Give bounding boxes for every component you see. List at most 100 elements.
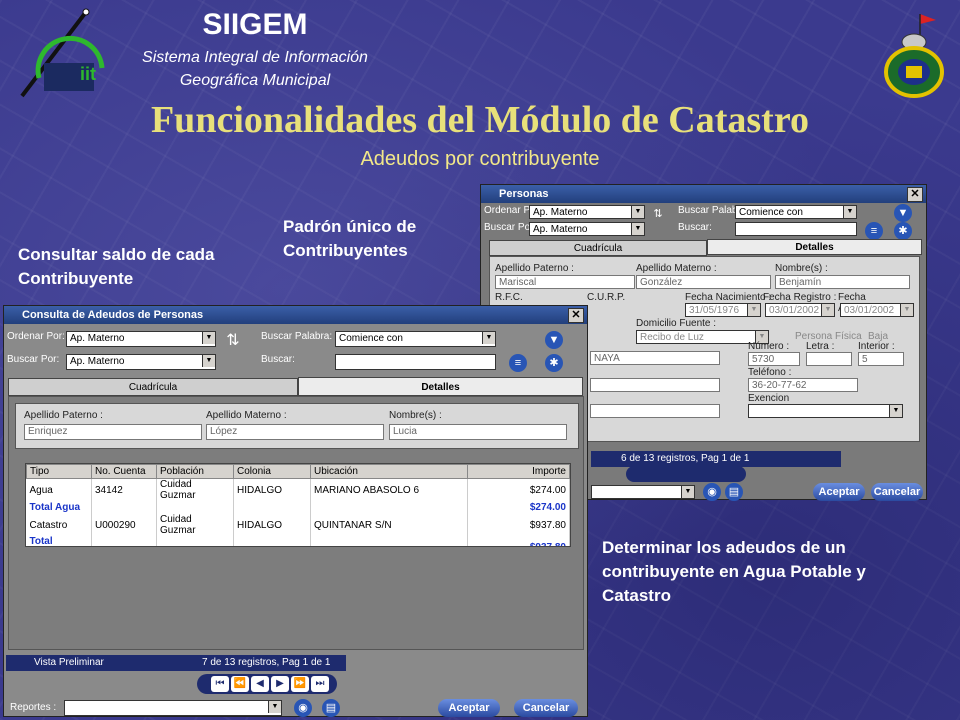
column-header-cuenta[interactable]: No. Cuenta — [91, 464, 157, 479]
personas-reportes-select[interactable]: ▼ — [591, 485, 695, 499]
personas-buscar-input[interactable] — [735, 222, 857, 236]
column-header-importe[interactable]: Importe — [467, 464, 570, 479]
database-icon[interactable]: ≡ — [865, 222, 883, 240]
personas-ap-materno-field[interactable]: González — [636, 275, 771, 289]
database-icon[interactable]: ≡ — [509, 354, 527, 372]
adeudos-status-text: 7 de 13 registros, Pag 1 de 1 — [202, 657, 331, 668]
table-row[interactable]: Agua 34142 Cuidad Guzmar HIDALGO MARIANO ABA… — [26, 478, 570, 501]
column-header-ubicacion[interactable]: Ubicación — [310, 464, 468, 479]
personas-field-blank-1[interactable] — [590, 378, 720, 392]
filter-icon[interactable]: ▼ — [894, 204, 912, 222]
municipal-coat-of-arms-icon — [884, 14, 944, 98]
first-record-icon[interactable]: ⏮ — [211, 676, 229, 692]
cell-cuenta: U000290 — [91, 514, 157, 536]
personas-rfc-label: R.F.C. — [495, 292, 523, 303]
cell-tipo: Catastro — [26, 514, 92, 536]
asterisk-icon[interactable]: ✱ — [894, 222, 912, 240]
cell-tipo: Agua — [26, 478, 92, 501]
reportes-label: Reportes : — [10, 702, 57, 713]
adeudos-tab-detalles[interactable]: Detalles — [298, 377, 583, 396]
svg-text:iit: iit — [80, 64, 96, 84]
cell-poblacion — [156, 536, 234, 546]
chevron-down-icon: ▼ — [843, 206, 856, 218]
adeudos-buscar-por-select[interactable]: Ap. Materno ▼ — [66, 354, 216, 370]
preview-icon[interactable]: ◉ — [294, 699, 312, 717]
adeudos-tab-cuadricula[interactable]: Cuadrícula — [8, 378, 298, 396]
subtotal-row[interactable]: Total Agua $274.00 — [26, 501, 570, 514]
adeudos-detalles-panel: Apellido Paterno : Enriquez Apellido Mat… — [8, 396, 584, 650]
callout-consultar-saldo: Consultar saldo de cada Contribuyente — [18, 245, 215, 288]
chevron-down-icon: ▼ — [900, 304, 913, 316]
adeudos-buscar-palabra-select[interactable]: Comience con ▼ — [335, 331, 496, 347]
previous-record-icon[interactable]: ◀ — [251, 676, 269, 692]
adeudos-cancelar-button[interactable]: Cancelar — [514, 699, 578, 717]
print-icon[interactable]: ▤ — [322, 699, 340, 717]
vista-preliminar-label[interactable]: Vista Preliminar — [34, 655, 104, 671]
filter-icon[interactable]: ▼ — [545, 331, 563, 349]
personas-cancelar-button[interactable]: Cancelar — [871, 483, 923, 501]
chevron-down-icon: ▼ — [889, 405, 902, 417]
adeudos-ap-materno-field[interactable]: López — [206, 424, 384, 440]
personas-nacimiento-field[interactable]: 31/05/1976 ▼ — [685, 303, 761, 317]
personas-buscar-por-select[interactable]: Ap. Materno ▼ — [529, 222, 645, 236]
cell-poblacion — [156, 501, 234, 514]
personas-status-bar: 6 de 13 registros, Pag 1 de 1 — [591, 451, 841, 467]
adeudos-ap-paterno-field[interactable]: Enriquez — [24, 424, 202, 440]
personas-telefono-field[interactable]: 36-20-77-62 — [748, 378, 858, 392]
subtotal-row[interactable]: Total Catastro $937.80 — [26, 536, 570, 546]
personas-numero-label: Número : — [748, 341, 790, 352]
personas-domicilio-label: Domicilio Fuente : — [636, 318, 717, 329]
personas-letra-field[interactable] — [806, 352, 852, 366]
previous-page-icon[interactable]: ⏪ — [231, 676, 249, 692]
personas-ap-paterno-field[interactable]: Mariscal — [495, 275, 635, 289]
adeudos-buscar-input[interactable] — [335, 354, 496, 370]
next-record-icon[interactable]: ▶ — [271, 676, 289, 692]
chevron-down-icon: ▼ — [747, 304, 760, 316]
personas-tab-detalles[interactable]: Detalles — [707, 239, 922, 255]
table-row[interactable]: Catastro U000290 Cuidad Guzmar HIDALGO QUINT… — [26, 514, 570, 536]
personas-field-blank-2[interactable] — [590, 404, 720, 418]
adeudos-nombre-label: Nombre(s) : — [389, 410, 442, 421]
personas-nombre-field[interactable]: Benjamín — [775, 275, 910, 289]
sort-arrows-icon[interactable]: ⇅ — [649, 205, 667, 223]
personas-colonia-field[interactable]: NAYA — [590, 351, 720, 365]
personas-exencion-select[interactable]: ▼ — [748, 404, 903, 418]
personas-close-button[interactable]: ✕ — [907, 187, 923, 202]
print-icon[interactable]: ▤ — [725, 483, 743, 501]
adeudos-buscar-palabra-label: Buscar Palabra: — [261, 331, 333, 342]
adeudos-ordenar-select[interactable]: Ap. Materno ▼ — [66, 331, 216, 347]
adeudos-grid[interactable]: Tipo No. Cuenta Población Colonia Ubicac… — [25, 463, 571, 547]
personas-tab-cuadricula[interactable]: Cuadrícula — [489, 240, 707, 256]
personas-interior-field[interactable]: 5 — [858, 352, 904, 366]
adeudos-ordenar-label: Ordenar Por: — [7, 331, 65, 342]
adeudos-nombre-field[interactable]: Lucia — [389, 424, 567, 440]
adeudos-buscar-por-label: Buscar Por: — [7, 354, 60, 365]
personas-registro-field[interactable]: 03/01/2002 ▼ — [765, 303, 835, 317]
column-header-colonia[interactable]: Colonia — [233, 464, 311, 479]
callout-determinar-adeudos: Determinar los adeudos de un contribuyen… — [602, 538, 866, 605]
reportes-select[interactable]: ▼ — [64, 700, 282, 716]
adeudos-aceptar-button[interactable]: Aceptar — [438, 699, 500, 717]
adeudos-window-title: Consulta de Adeudos de Personas — [22, 309, 204, 321]
last-record-icon[interactable]: ⏭ — [311, 676, 329, 692]
adeudos-person-group: Apellido Paterno : Enriquez Apellido Mat… — [15, 403, 579, 449]
cell-importe: $937.80 — [467, 536, 570, 546]
adeudos-close-button[interactable]: ✕ — [568, 308, 584, 323]
cell-poblacion: Cuidad Guzmar — [156, 478, 234, 501]
chevron-down-icon: ▼ — [482, 332, 495, 344]
personas-letra-label: Letra : — [806, 341, 835, 352]
preview-icon[interactable]: ◉ — [703, 483, 721, 501]
personas-aceptar-button[interactable]: Aceptar — [813, 483, 865, 501]
column-header-tipo[interactable]: Tipo — [26, 464, 92, 479]
personas-buscar-palabra-select[interactable]: Comience con ▼ — [735, 205, 857, 219]
asterisk-icon[interactable]: ✱ — [545, 354, 563, 372]
cell-ubicacion — [310, 536, 468, 546]
sort-arrows-icon[interactable]: ⇅ — [224, 332, 242, 350]
personas-ordenar-select[interactable]: Ap. Materno ▼ — [529, 205, 645, 219]
column-header-poblacion[interactable]: Población — [156, 464, 234, 479]
cell-importe: $937.80 — [467, 514, 570, 536]
personas-actualizacion-field[interactable]: 03/01/2002 ▼ — [840, 303, 914, 317]
next-page-icon[interactable]: ⏩ — [291, 676, 309, 692]
personas-numero-field[interactable]: 5730 — [748, 352, 800, 366]
personas-ap-materno-label: Apellido Materno : — [636, 263, 717, 274]
